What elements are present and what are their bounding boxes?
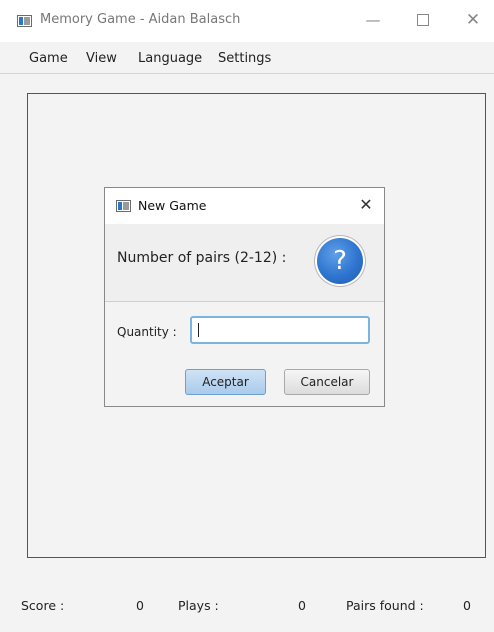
score-label: Score : <box>21 598 65 613</box>
dialog-titlebar: New Game ✕ <box>105 188 384 224</box>
menu-language[interactable]: Language <box>138 51 202 66</box>
dialog-message: Number of pairs (2-12) : <box>117 250 287 266</box>
new-game-dialog: New Game ✕ Number of pairs (2-12) : ? Qu… <box>104 187 385 407</box>
plays-value: 0 <box>298 598 306 613</box>
window-title: Memory Game - Aidan Balasch <box>40 12 241 27</box>
quantity-label: Quantity : <box>117 325 177 339</box>
quantity-input[interactable] <box>190 316 370 344</box>
dialog-title: New Game <box>138 198 207 213</box>
menu-game[interactable]: Game <box>29 51 68 66</box>
menu-settings[interactable]: Settings <box>218 51 271 66</box>
text-caret <box>198 323 199 337</box>
dialog-app-icon <box>116 200 131 212</box>
pairs-found-label: Pairs found : <box>346 598 424 613</box>
app-icon <box>17 15 32 27</box>
cancelar-button[interactable]: Cancelar <box>284 369 370 395</box>
dialog-close-button[interactable]: ✕ <box>356 195 376 214</box>
dialog-header: Number of pairs (2-12) : ? <box>105 224 384 302</box>
minimize-button[interactable]: — <box>356 8 390 32</box>
close-window-button[interactable]: ✕ <box>456 8 490 32</box>
aceptar-button[interactable]: Aceptar <box>185 369 266 395</box>
pairs-found-value: 0 <box>463 598 471 613</box>
score-value: 0 <box>136 598 144 613</box>
window-titlebar: Memory Game - Aidan Balasch — ✕ <box>0 0 494 42</box>
question-icon: ? <box>317 238 363 284</box>
maximize-button[interactable] <box>406 8 440 32</box>
plays-label: Plays : <box>178 598 219 613</box>
menu-bar: Game View Language Settings <box>0 42 494 74</box>
menu-view[interactable]: View <box>86 51 117 66</box>
maximize-icon <box>417 14 429 26</box>
